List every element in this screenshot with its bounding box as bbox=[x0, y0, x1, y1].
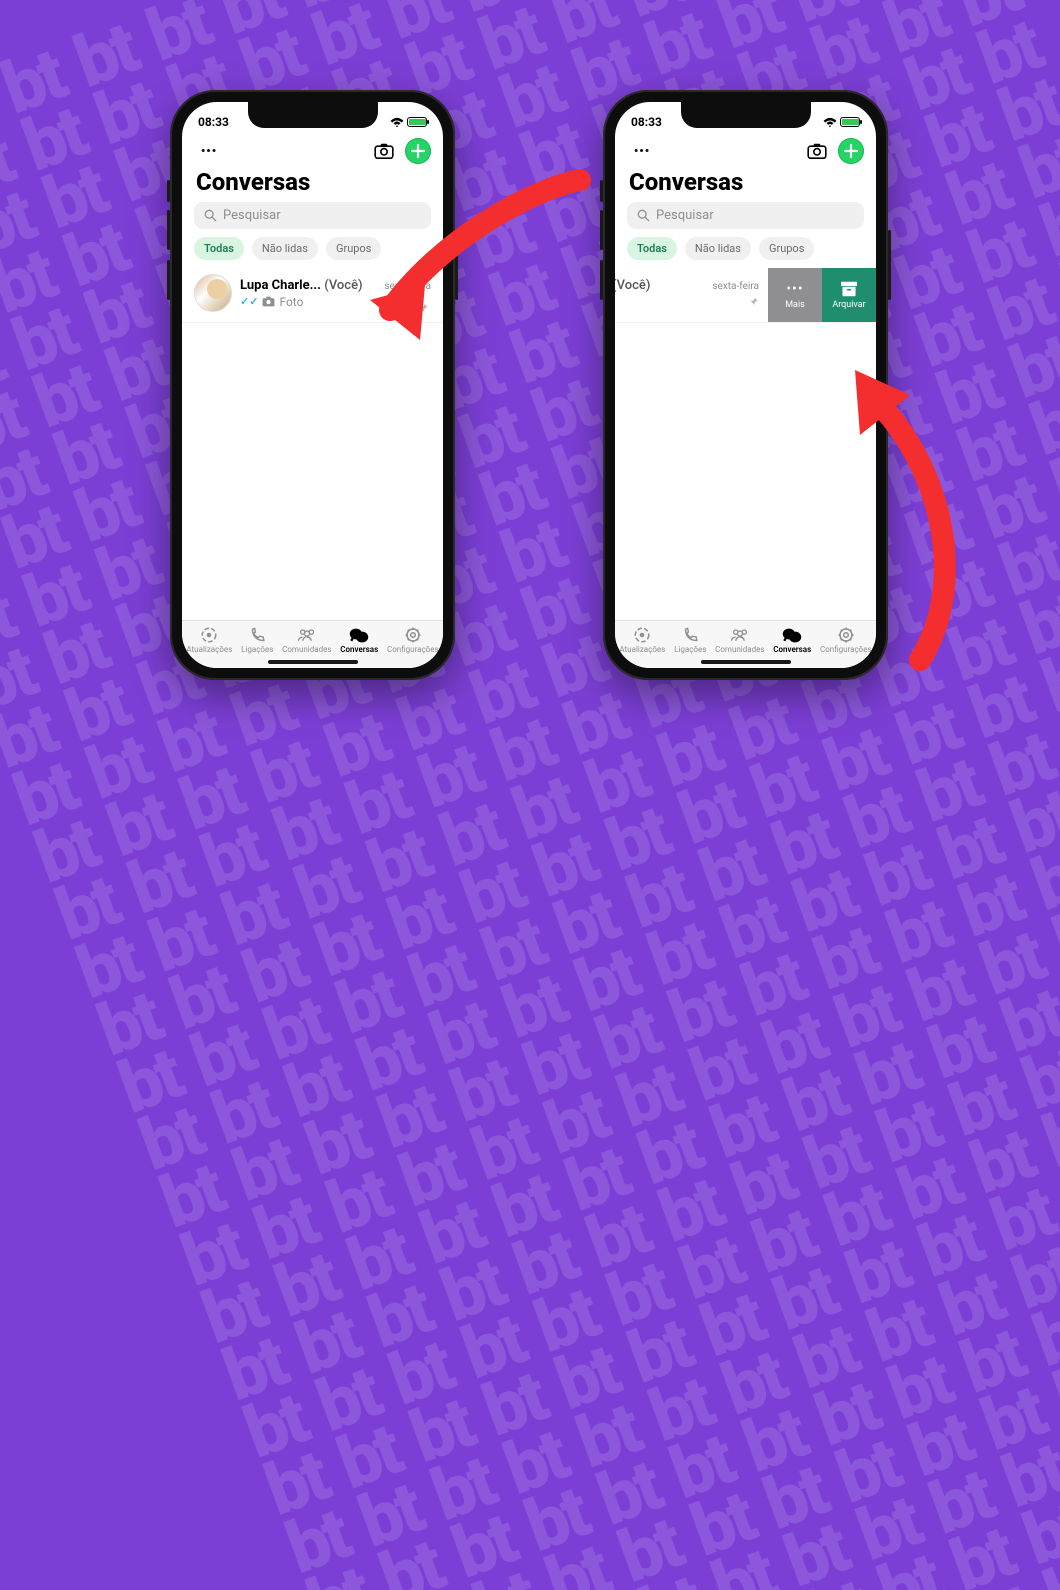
chat-time: sexta-feira bbox=[712, 281, 759, 292]
tab-updates[interactable]: Atualizações bbox=[619, 626, 665, 654]
chip-all[interactable]: Todas bbox=[627, 237, 677, 260]
tab-calls[interactable]: Ligações bbox=[241, 626, 273, 654]
new-chat-button[interactable] bbox=[838, 138, 864, 164]
phone-mockup-left: 08:33 ••• Conversas bbox=[170, 90, 455, 680]
more-options-button[interactable]: ••• bbox=[627, 139, 657, 163]
plus-icon bbox=[411, 144, 425, 158]
tab-chats[interactable]: Conversas bbox=[773, 626, 811, 654]
search-icon bbox=[637, 209, 650, 222]
camera-icon bbox=[807, 143, 827, 159]
chat-sub-label: Foto bbox=[279, 295, 303, 309]
tab-chats[interactable]: Conversas bbox=[340, 626, 378, 654]
page-title: Conversas bbox=[615, 166, 876, 202]
wifi-icon bbox=[823, 117, 837, 127]
search-icon bbox=[204, 209, 217, 222]
tab-settings[interactable]: Configurações bbox=[387, 626, 439, 654]
status-time: 08:33 bbox=[198, 115, 229, 129]
phone-icon bbox=[249, 627, 266, 644]
phone-mockup-right: 08:33 ••• Conversas bbox=[603, 90, 888, 680]
phone-icon bbox=[682, 627, 699, 644]
pin-icon bbox=[748, 296, 759, 307]
chat-row[interactable]: harle... (Você) sexta-feira oto ••• Mais bbox=[615, 268, 876, 323]
chat-time: sexta-feira bbox=[384, 281, 431, 292]
battery-icon bbox=[840, 117, 860, 127]
camera-icon bbox=[262, 296, 275, 307]
page-title: Conversas bbox=[182, 166, 443, 202]
more-options-icon: ••• bbox=[786, 281, 803, 297]
plus-icon bbox=[844, 144, 858, 158]
wifi-icon bbox=[390, 117, 404, 127]
chip-groups[interactable]: Grupos bbox=[759, 237, 814, 260]
camera-button[interactable] bbox=[371, 138, 397, 164]
read-receipt-icon: ✓✓ bbox=[240, 295, 258, 308]
tab-updates[interactable]: Atualizações bbox=[186, 626, 232, 654]
avatar[interactable] bbox=[194, 274, 232, 312]
chat-name: Lupa Charle... (Você) bbox=[240, 278, 363, 293]
status-time: 08:33 bbox=[631, 115, 662, 129]
updates-icon bbox=[200, 626, 218, 644]
chip-groups[interactable]: Grupos bbox=[326, 237, 381, 260]
gear-icon bbox=[404, 626, 422, 644]
tab-communities[interactable]: Comunidades bbox=[715, 626, 764, 654]
archive-icon bbox=[840, 281, 858, 297]
chip-all[interactable]: Todas bbox=[194, 237, 244, 260]
more-options-button[interactable]: ••• bbox=[194, 139, 224, 163]
updates-icon bbox=[633, 626, 651, 644]
camera-icon bbox=[374, 143, 394, 159]
tab-settings[interactable]: Configurações bbox=[820, 626, 872, 654]
battery-icon bbox=[407, 117, 427, 127]
phone-notch bbox=[248, 102, 378, 128]
search-input[interactable]: Pesquisar bbox=[194, 202, 431, 229]
tab-communities[interactable]: Comunidades bbox=[282, 626, 331, 654]
search-placeholder: Pesquisar bbox=[223, 208, 281, 223]
search-placeholder: Pesquisar bbox=[656, 208, 714, 223]
filter-chips: Todas Não lidas Grupos bbox=[182, 237, 443, 268]
chats-icon bbox=[782, 627, 802, 644]
tab-calls[interactable]: Ligações bbox=[674, 626, 706, 654]
pin-icon bbox=[417, 302, 429, 314]
communities-icon bbox=[730, 627, 750, 643]
swipe-archive-button[interactable]: Arquivar bbox=[822, 268, 876, 322]
chat-row[interactable]: Lupa Charle... (Você) sexta-feira ✓✓ Fot… bbox=[182, 268, 443, 323]
filter-chips: Todas Não lidas Grupos bbox=[615, 237, 876, 268]
home-indicator bbox=[268, 660, 358, 664]
chat-name: harle... (Você) bbox=[615, 278, 650, 293]
swipe-more-button[interactable]: ••• Mais bbox=[768, 268, 822, 322]
swipe-actions: ••• Mais Arquivar bbox=[768, 268, 876, 322]
search-input[interactable]: Pesquisar bbox=[627, 202, 864, 229]
home-indicator bbox=[701, 660, 791, 664]
communities-icon bbox=[297, 627, 317, 643]
new-chat-button[interactable] bbox=[405, 138, 431, 164]
gear-icon bbox=[837, 626, 855, 644]
chats-icon bbox=[349, 627, 369, 644]
chip-unread[interactable]: Não lidas bbox=[252, 237, 318, 260]
phone-notch bbox=[681, 102, 811, 128]
chip-unread[interactable]: Não lidas bbox=[685, 237, 751, 260]
camera-button[interactable] bbox=[804, 138, 830, 164]
